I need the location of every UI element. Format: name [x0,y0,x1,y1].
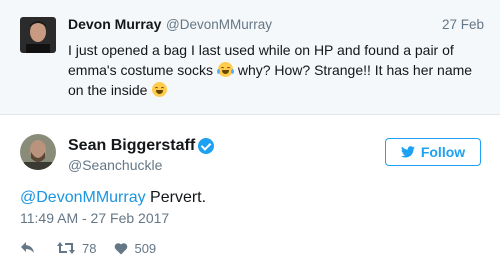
tweet-text: @DevonMMurray Pervert. [20,189,206,207]
mention-link[interactable]: @DevonMMurray [20,189,146,206]
author-avatar[interactable] [20,134,56,170]
follow-label: Follow [420,144,466,160]
author-name[interactable]: Sean Biggerstaff [68,137,195,155]
verified-badge-icon [198,138,214,154]
tweet-timestamp[interactable]: 11:49 AM - 27 Feb 2017 [20,210,169,226]
parent-author-name[interactable]: Devon Murray [68,16,161,32]
parent-avatar[interactable] [20,17,56,53]
tweet-body: Pervert. [145,189,207,206]
follow-button[interactable]: Follow [385,138,481,166]
parent-tweet-text: I just opened a bag I last used while on… [68,40,480,100]
retweet-icon [57,242,75,254]
like-count: 509 [134,240,157,256]
tears-of-joy-emoji-icon [216,62,234,77]
grinning-squinting-emoji-icon [152,82,168,97]
reply-icon [21,242,34,253]
parent-date[interactable]: 27 Feb [442,17,484,32]
heart-icon [115,242,128,254]
twitter-bird-icon [400,146,415,158]
like-button[interactable]: 509 [114,241,156,256]
tweet-actions: 78 509 [20,240,156,256]
retweet-count: 78 [82,240,97,256]
parent-tweet[interactable]: Devon Murray @DevonMMurray 27 Feb I just… [0,0,500,115]
reply-button[interactable] [20,241,36,255]
author-handle[interactable]: @Seanchuckle [68,157,162,173]
retweet-button[interactable]: 78 [56,241,96,256]
parent-author-handle[interactable]: @DevonMMurray [166,17,272,32]
